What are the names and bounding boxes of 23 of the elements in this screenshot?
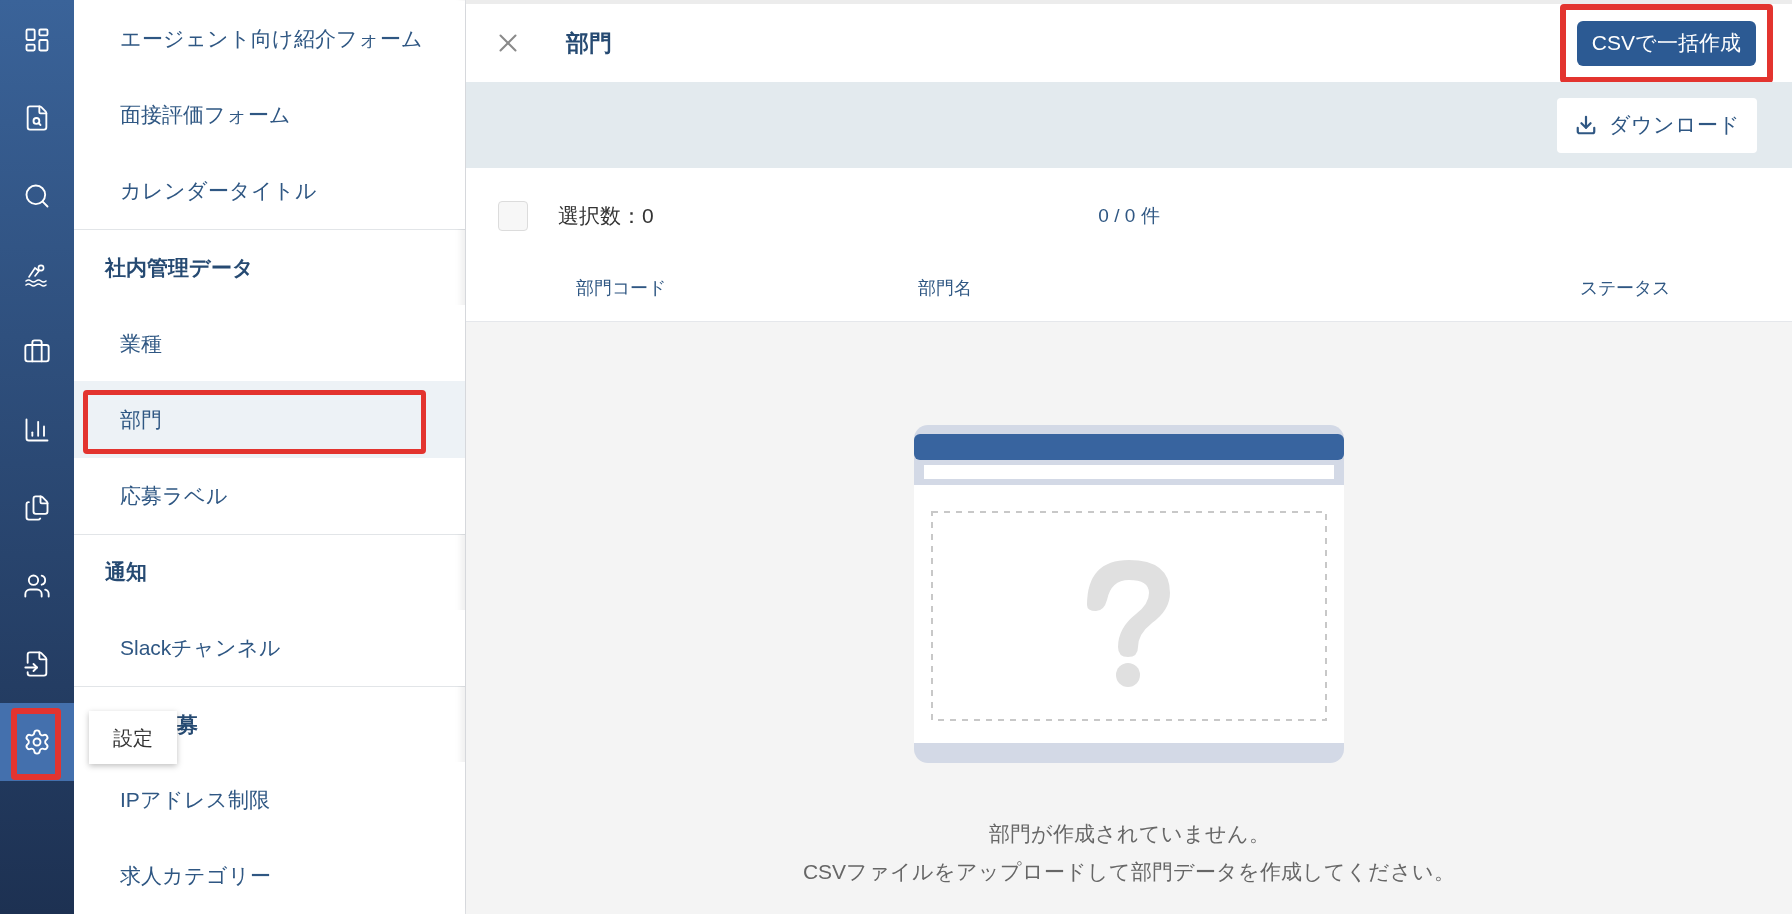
empty-message: CSVファイルをアップロードして部門データを作成してください。 bbox=[802, 858, 1456, 885]
settings-icon bbox=[23, 728, 51, 756]
select-all-checkbox[interactable] bbox=[498, 201, 528, 231]
download-button[interactable]: ダウンロード bbox=[1557, 97, 1757, 153]
bar-chart-icon bbox=[23, 416, 51, 444]
people-icon bbox=[23, 572, 51, 600]
column-header: 部門コード bbox=[576, 277, 667, 300]
column-header: ステータス bbox=[1580, 277, 1670, 300]
csv-create-button[interactable]: CSVで一括作成 bbox=[1576, 20, 1756, 66]
dashboard-icon bbox=[23, 26, 51, 54]
record-count: 0 / 0 件 bbox=[1098, 203, 1160, 228]
documents-icon bbox=[23, 494, 51, 522]
empty-message: 部門が作成されていません。 bbox=[988, 821, 1270, 847]
search-icon bbox=[23, 182, 51, 210]
column-header: 部門名 bbox=[918, 277, 973, 300]
menu-heading: 社内管理データ bbox=[105, 255, 254, 282]
selection-count: 選択数：0 bbox=[558, 203, 654, 230]
menu-heading: 通知 bbox=[105, 559, 147, 586]
panel-title: 部門 bbox=[566, 28, 612, 58]
download-icon bbox=[1574, 114, 1597, 136]
menu-item[interactable]: 部門 bbox=[74, 381, 465, 458]
tooltip: 設定 bbox=[89, 711, 177, 764]
menu-heading: 募 bbox=[177, 711, 198, 738]
